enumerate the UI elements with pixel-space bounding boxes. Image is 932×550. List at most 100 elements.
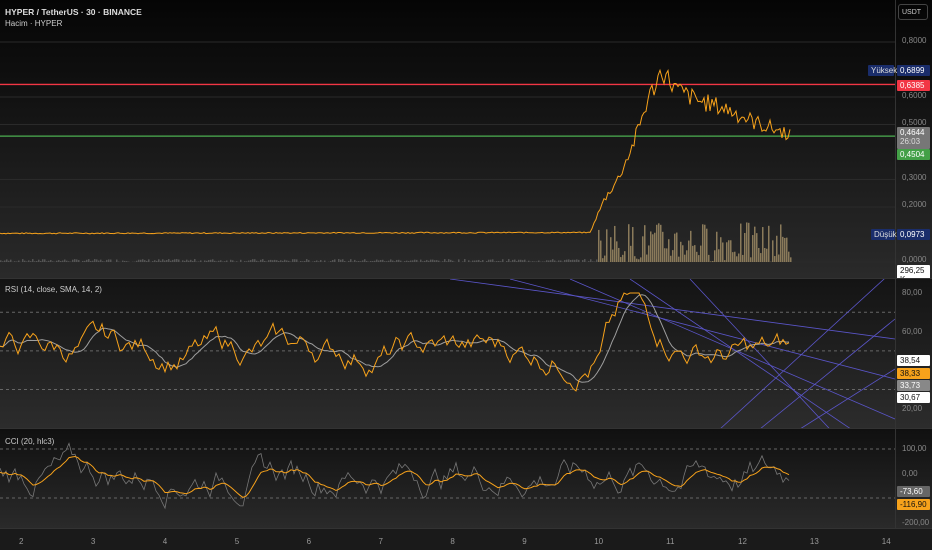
cci-pane[interactable]: CCI (20, hlc3) 100,00 0,00 -200,00 -73,6… xyxy=(0,428,932,528)
rsi-tick: 80,00 xyxy=(902,288,923,297)
volume-bar xyxy=(100,259,102,262)
volume-bar xyxy=(66,260,68,262)
volume-bar xyxy=(404,261,406,262)
volume-bar xyxy=(652,234,654,262)
volume-bar xyxy=(316,260,318,262)
volume-bar xyxy=(28,260,30,262)
volume-bar xyxy=(548,260,550,262)
price-pane[interactable]: HYPER / TetherUS · 30 · BINANCE Hacim · … xyxy=(0,0,932,285)
volume-bar xyxy=(276,260,278,262)
volume-bar xyxy=(302,261,304,262)
volume-bar xyxy=(716,231,718,262)
volume-bar xyxy=(236,261,238,262)
volume-bar xyxy=(388,260,390,262)
volume-bar xyxy=(230,259,232,262)
volume-bar xyxy=(782,236,784,262)
volume-bar xyxy=(642,236,644,262)
time-tick: 9 xyxy=(522,537,527,546)
volume-bar xyxy=(84,260,86,262)
volume-bar xyxy=(212,259,214,262)
volume-bar xyxy=(142,259,144,262)
volume-bar xyxy=(382,259,384,262)
volume-bar xyxy=(624,251,626,262)
time-axis[interactable]: 2 3 4 5 6 7 8 9 10 11 12 13 14 xyxy=(0,528,932,550)
volume-bar xyxy=(344,261,346,262)
volume-bar xyxy=(178,259,180,262)
volume-bar xyxy=(168,259,170,262)
volume-bar xyxy=(362,260,364,262)
volume-bar xyxy=(428,260,430,262)
currency-button[interactable]: USDT xyxy=(898,4,928,20)
volume-bar xyxy=(146,260,148,262)
volume-bar xyxy=(422,261,424,262)
volume-bar xyxy=(452,260,454,262)
volume-bar xyxy=(546,260,548,262)
volume-bar xyxy=(436,260,438,262)
volume-bar xyxy=(618,247,620,262)
price-chart[interactable] xyxy=(0,0,932,278)
rsi-pane[interactable]: RSI (14, close, SMA, 14, 2) 80,00 60,00 … xyxy=(0,278,932,429)
volume-bar xyxy=(396,259,398,262)
volume-bar xyxy=(374,260,376,262)
volume-bar xyxy=(522,260,524,262)
volume-bar xyxy=(590,259,592,262)
time-tick: 8 xyxy=(450,537,455,546)
volume-bar xyxy=(788,251,790,262)
volume-bar xyxy=(52,261,54,262)
bar-countdown: 26:03 xyxy=(900,137,921,146)
volume-bar xyxy=(116,259,118,262)
high-label: Yüksek xyxy=(868,65,897,76)
volume-bar xyxy=(268,260,270,262)
volume-bar xyxy=(524,259,526,262)
volume-bar xyxy=(348,260,350,262)
volume-bar xyxy=(186,259,188,262)
volume-bar xyxy=(720,237,722,262)
volume-bar xyxy=(768,225,770,262)
volume-bar xyxy=(634,256,636,262)
volume-bar xyxy=(632,227,634,262)
last-price-tag: 0,4644 26:03 xyxy=(897,127,930,149)
volume-bar xyxy=(614,225,616,262)
volume-bar xyxy=(494,261,496,262)
volume-bar xyxy=(446,261,448,262)
volume-bar xyxy=(48,260,50,262)
volume-bar xyxy=(44,259,46,262)
volume-bar xyxy=(220,260,222,262)
volume-bar xyxy=(166,259,168,262)
rsi-ma-tag: 33,73 xyxy=(897,380,930,391)
volume-bar xyxy=(690,230,692,262)
volume-bar xyxy=(406,260,408,262)
volume-bar xyxy=(182,260,184,262)
volume-bar xyxy=(158,259,160,262)
volume-bar xyxy=(306,259,308,262)
volume-bar xyxy=(216,261,218,262)
volume-bar xyxy=(674,233,676,262)
volume-bar xyxy=(332,259,334,262)
volume-bar xyxy=(152,261,154,262)
volume-bar xyxy=(286,260,288,262)
rsi-chart[interactable] xyxy=(0,279,932,429)
volume-bar xyxy=(64,259,66,262)
volume-bar xyxy=(426,259,428,262)
volume-legend: Hacim · HYPER xyxy=(5,19,63,28)
rsi-legend[interactable]: RSI (14, close, SMA, 14, 2) xyxy=(5,285,102,294)
volume-bar xyxy=(194,259,196,262)
volume-bar xyxy=(288,260,290,262)
volume-bar xyxy=(572,259,574,262)
cci-legend[interactable]: CCI (20, hlc3) xyxy=(5,437,54,446)
volume-bar xyxy=(400,260,402,262)
volume-bar xyxy=(512,259,514,262)
volume-bar xyxy=(200,260,202,262)
volume-bar xyxy=(654,232,656,262)
volume-bar xyxy=(98,260,100,262)
volume-bar xyxy=(686,250,688,262)
volume-bar xyxy=(476,260,478,262)
volume-bar xyxy=(32,259,34,262)
volume-bar xyxy=(728,240,730,262)
volume-bar xyxy=(646,254,648,262)
volume-bar xyxy=(700,245,702,262)
volume-bar xyxy=(370,261,372,262)
last-price: 0,4644 xyxy=(900,128,925,137)
volume-bar xyxy=(678,256,680,262)
cci-chart[interactable] xyxy=(0,429,932,529)
